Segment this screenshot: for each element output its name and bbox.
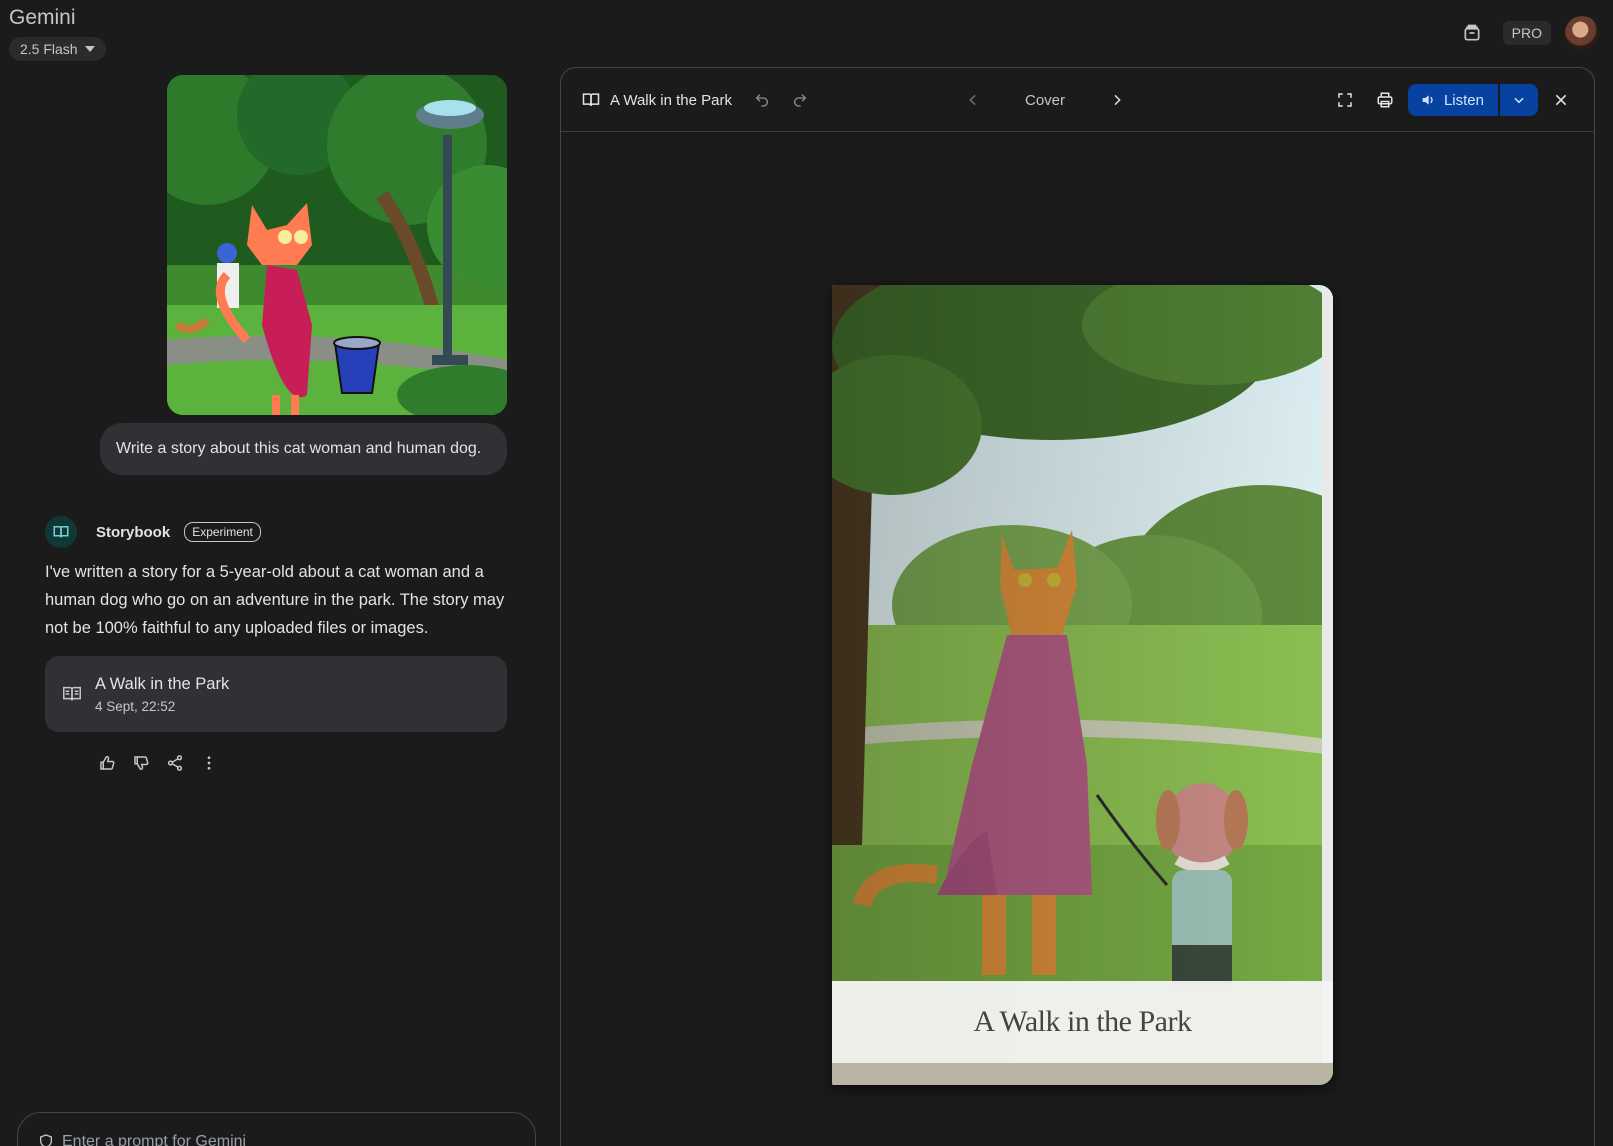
viewer-actions: Listen — [1328, 83, 1578, 117]
chevron-down-icon — [1514, 97, 1524, 104]
temporary-chat-icon[interactable] — [1455, 16, 1489, 50]
thumbs-up-icon[interactable] — [94, 750, 120, 776]
share-icon[interactable] — [162, 750, 188, 776]
storybook-viewer: A Walk in the Park Cover Listen A Walk i… — [560, 67, 1595, 1146]
caret-down-icon — [84, 46, 95, 52]
page-label: Cover — [1024, 91, 1065, 109]
model-selector[interactable]: 2.5 Flash — [9, 37, 106, 61]
undo-redo-group — [745, 83, 817, 117]
story-card-timestamp: 4 Sept, 22:52 — [95, 698, 176, 714]
gemini-app: Gemini 2.5 Flash PRO Write a story about… — [0, 0, 1613, 1146]
chevron-left-icon[interactable] — [956, 83, 990, 117]
story-card[interactable]: A Walk in the Park 4 Sept, 22:52 — [45, 656, 507, 732]
viewer-title-group: A Walk in the Park — [581, 68, 732, 132]
user-message: Write a story about this cat woman and h… — [100, 423, 507, 475]
user-avatar[interactable] — [1565, 16, 1599, 50]
story-card-title: A Walk in the Park — [95, 674, 230, 693]
model-label: 2.5 Flash — [20, 41, 78, 57]
listen-label: Listen — [1443, 91, 1484, 109]
bot-name: Storybook — [96, 523, 171, 541]
shield-icon — [40, 1134, 52, 1146]
story-card-text: A Walk in the Park 4 Sept, 22:52 — [95, 675, 229, 714]
prompt-placeholder: Enter a prompt for Gemini — [62, 1133, 247, 1146]
experiment-badge: Experiment — [184, 522, 261, 542]
viewer-toolbar: A Walk in the Park Cover Listen — [561, 68, 1594, 132]
listen-button[interactable]: Listen — [1407, 84, 1498, 116]
viewer-title: A Walk in the Park — [610, 91, 732, 109]
more-vert-icon[interactable] — [196, 750, 222, 776]
book-title-band: A Walk in the Park — [832, 981, 1333, 1063]
book-open-icon — [45, 516, 77, 548]
uploaded-image[interactable] — [167, 75, 507, 415]
fullscreen-icon[interactable] — [1328, 83, 1362, 117]
bot-message: I've written a story for a 5-year-old ab… — [45, 563, 505, 637]
header-actions: PRO — [1455, 16, 1599, 50]
redo-icon[interactable] — [783, 83, 817, 117]
prompt-input[interactable]: Enter a prompt for Gemini — [17, 1112, 536, 1146]
close-icon[interactable] — [1544, 83, 1578, 117]
book-cover[interactable]: A Walk in the Park — [832, 285, 1333, 1085]
listen-options-button[interactable] — [1500, 84, 1538, 116]
pro-badge[interactable]: PRO — [1502, 21, 1551, 45]
chevron-right-icon[interactable] — [1100, 83, 1134, 117]
page-navigation: Cover — [956, 83, 1134, 117]
thumbs-down-icon[interactable] — [128, 750, 154, 776]
undo-icon[interactable] — [745, 83, 779, 117]
bot-header: Storybook Experiment — [45, 516, 261, 548]
volume-icon — [1422, 95, 1433, 105]
app-brand: Gemini — [9, 6, 76, 29]
book-icon — [63, 686, 81, 701]
book-icon — [582, 93, 600, 106]
book-cover-title: A Walk in the Park — [973, 1005, 1192, 1038]
feedback-bar — [94, 750, 222, 776]
print-icon[interactable] — [1368, 83, 1402, 117]
